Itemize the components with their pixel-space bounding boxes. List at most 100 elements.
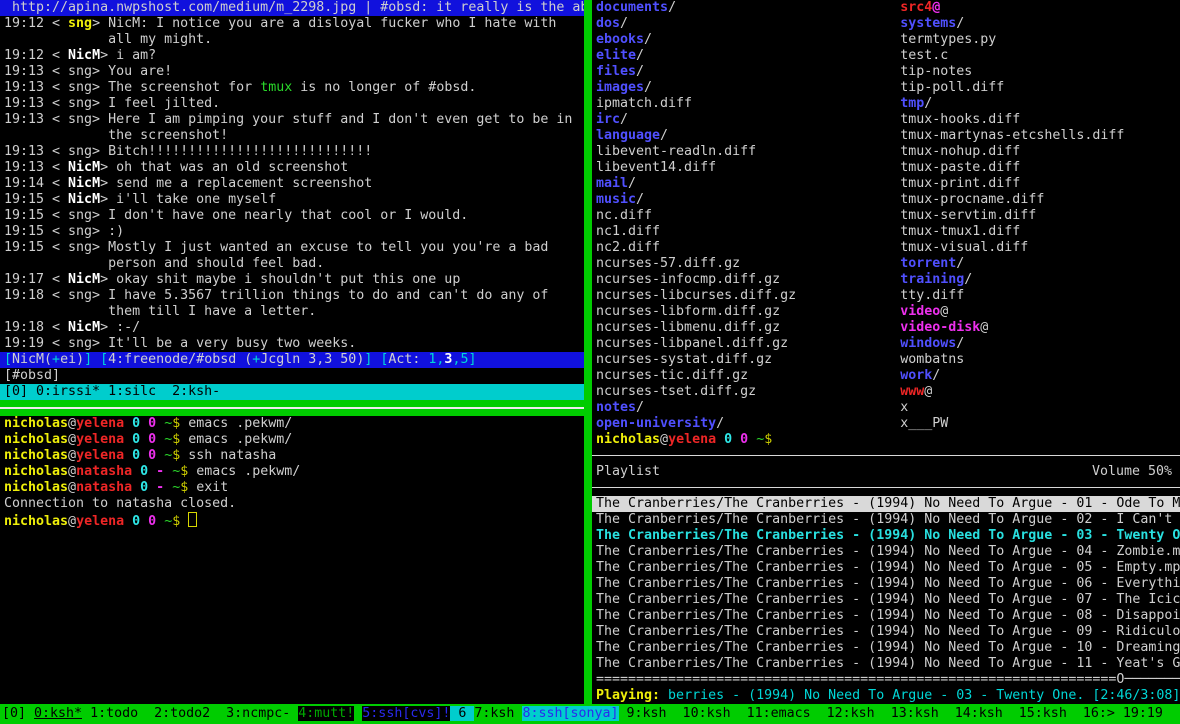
file-entry-row: ncurses-systat.diff.gz wombatns (596, 352, 1180, 368)
screen-status-bar: [0] 0:ksh* 1:todo 2:todo2 3:ncmpc- 4:mut… (0, 704, 1180, 724)
file-entry-row: files/ tip-notes (596, 64, 1180, 80)
file-entry-row: nc2.diff tmux-visual.diff (596, 240, 1180, 256)
column-gap (652, 208, 900, 223)
file-listing-pane[interactable]: documents/ src4@dos/ systems/ebooks/ ter… (596, 0, 1180, 432)
playlist-row[interactable]: The Cranberries/The Cranberries - (1994)… (592, 560, 1180, 576)
column-gap (652, 80, 900, 95)
file-entry-row: images/ tip-poll.diff (596, 80, 1180, 96)
column-gap (660, 224, 900, 239)
shell-prompt-line: nicholas@yelena 0 0 ~$ (596, 432, 1180, 448)
chat-line: 19:13 < NicM> oh that was an old screens… (4, 160, 584, 176)
shell-line: nicholas@yelena 0 0 ~$ emacs .pekwm/ (4, 432, 584, 448)
column-gap (628, 112, 900, 127)
shell-line: nicholas@yelena 0 0 ~$ (4, 512, 584, 528)
column-gap (676, 0, 900, 15)
playlist-row[interactable]: The Cranberries/The Cranberries - (1994)… (592, 544, 1180, 560)
file-entry-row: irc/ tmux-hooks.diff (596, 112, 1180, 128)
column-gap (740, 256, 900, 271)
ncmpc-volume: Volume 50% (1092, 464, 1172, 480)
ncmpc-status-line: Playing: berries - (1994) No Need To Arg… (596, 688, 1180, 704)
ncmpc-playlist[interactable]: The Cranberries/The Cranberries - (1994)… (596, 496, 1180, 672)
column-gap (716, 160, 900, 175)
file-entry-row: music/ tmux-procname.diff (596, 192, 1180, 208)
column-gap (780, 304, 900, 319)
file-entry-row: elite/ test.c (596, 48, 1180, 64)
file-entry-row: ncurses-libform.diff.gz video@ (596, 304, 1180, 320)
playlist-row[interactable]: The Cranberries/The Cranberries - (1994)… (592, 576, 1180, 592)
pane-divider-horizontal[interactable] (592, 448, 1180, 464)
shell-line: nicholas@natasha 0 - ~$ emacs .pekwm/ (4, 464, 584, 480)
chat-line: 19:12 < sng> NicM: I notice you are a di… (4, 16, 584, 32)
column-gap (780, 272, 900, 287)
chat-line: 19:19 < sng> It'll be a very busy two we… (4, 336, 584, 352)
divider-rule (592, 455, 1180, 456)
file-entry-row: libevent14.diff tmux-paste.diff (596, 160, 1180, 176)
file-entry-row: libevent-readln.diff tmux-nohup.diff (596, 144, 1180, 160)
file-entry-row: ipmatch.diff tmp/ (596, 96, 1180, 112)
irssi-pane[interactable]: http://apina.nwpshost.com/medium/m_2298.… (0, 0, 584, 704)
chat-line: them till I have a letter. (4, 304, 584, 320)
file-entry-row: ncurses-libpanel.diff.gz windows/ (596, 336, 1180, 352)
irssi-chat-area: 19:12 < sng> NicM: I notice you are a di… (4, 16, 584, 352)
irssi-input-line[interactable]: [#obsd] (4, 368, 584, 384)
irssi-status-bar: [NicM(+ei)] [4:freenode/#obsd (+Jcgln 3,… (0, 352, 584, 368)
column-gap (772, 352, 900, 367)
pane-divider-horizontal[interactable] (0, 400, 584, 416)
file-entry-row: documents/ src4@ (596, 0, 1180, 16)
irssi-topic-bar: http://apina.nwpshost.com/medium/m_2298.… (0, 0, 584, 16)
column-gap (628, 16, 900, 31)
column-gap (660, 240, 900, 255)
column-gap (756, 384, 900, 399)
shell-pane[interactable]: nicholas@yelena 0 0 ~$ emacs .pekwm/nich… (4, 416, 584, 528)
file-entry-row: ncurses-tic.diff.gz work/ (596, 368, 1180, 384)
column-gap (796, 288, 900, 303)
chat-line: 19:13 < sng> I feel jilted. (4, 96, 584, 112)
screen-window-list: [0] 0:irssi* 1:silc 2:ksh- (0, 384, 584, 400)
playlist-row[interactable]: The Cranberries/The Cranberries - (1994)… (592, 496, 1180, 512)
chat-line: 19:15 < sng> Mostly I just wanted an exc… (4, 240, 584, 256)
chat-line: 19:13 < sng> Bitch!!!!!!!!!!!!!!!!!!!!!!… (4, 144, 584, 160)
playlist-row[interactable]: The Cranberries/The Cranberries - (1994)… (592, 528, 1180, 544)
chat-line: all my might. (4, 32, 584, 48)
playlist-row[interactable]: The Cranberries/The Cranberries - (1994)… (592, 608, 1180, 624)
playlist-row[interactable]: The Cranberries/The Cranberries - (1994)… (592, 512, 1180, 528)
chat-line: 19:15 < sng> I don't have one nearly tha… (4, 208, 584, 224)
column-gap (724, 416, 900, 431)
chat-line: 19:13 < sng> Here I am pimping your stuf… (4, 112, 584, 128)
file-entry-row: ebooks/ termtypes.py (596, 32, 1180, 48)
chat-line: 19:18 < sng> I have 5.3567 trillion thin… (4, 288, 584, 304)
file-entry-row: open-university/ x___PW (596, 416, 1180, 432)
column-gap (652, 32, 900, 47)
file-entry-row: mail/ tmux-print.diff (596, 176, 1180, 192)
chat-line: 19:14 < NicM> send me a replacement scre… (4, 176, 584, 192)
file-entry-row: language/ tmux-martynas-etcshells.diff (596, 128, 1180, 144)
file-entry-row: dos/ systems/ (596, 16, 1180, 32)
file-entry-row: ncurses-libcurses.diff.gz tty.diff (596, 288, 1180, 304)
right-pane[interactable]: documents/ src4@dos/ systems/ebooks/ ter… (592, 0, 1180, 704)
column-gap (748, 368, 900, 383)
chat-line: 19:13 < sng> The screenshot for tmux is … (4, 80, 584, 96)
ncmpc-progress-bar[interactable]: ========================================… (596, 672, 1180, 688)
chat-line: 19:13 < sng> You are! (4, 64, 584, 80)
playlist-row[interactable]: The Cranberries/The Cranberries - (1994)… (592, 592, 1180, 608)
shell-line: nicholas@yelena 0 0 ~$ ssh natasha (4, 448, 584, 464)
column-gap (668, 128, 900, 143)
ncmpc-title: Playlist (596, 464, 660, 480)
column-gap (788, 336, 900, 351)
chat-line: 19:12 < NicM> i am? (4, 48, 584, 64)
file-entry-row: notes/ x (596, 400, 1180, 416)
file-entry-row: nc.diff tmux-servtim.diff (596, 208, 1180, 224)
column-gap (644, 64, 900, 79)
column-gap (780, 320, 900, 335)
chat-line: 19:17 < NicM> okay shit maybe i shouldn'… (4, 272, 584, 288)
pane-divider-vertical[interactable] (584, 0, 592, 704)
column-gap (756, 144, 900, 159)
playlist-row[interactable]: The Cranberries/The Cranberries - (1994)… (592, 624, 1180, 640)
ncmpc-pane[interactable]: Playlist Volume 50% The Cranberries/The … (596, 464, 1180, 704)
divider-rule (592, 487, 1180, 488)
file-entry-row: ncurses-libmenu.diff.gz video-disk@ (596, 320, 1180, 336)
shell-line: Connection to natasha closed. (4, 496, 584, 512)
playlist-row[interactable]: The Cranberries/The Cranberries - (1994)… (592, 640, 1180, 656)
playlist-row[interactable]: The Cranberries/The Cranberries - (1994)… (592, 656, 1180, 672)
chat-line: 19:18 < NicM> :-/ (4, 320, 584, 336)
